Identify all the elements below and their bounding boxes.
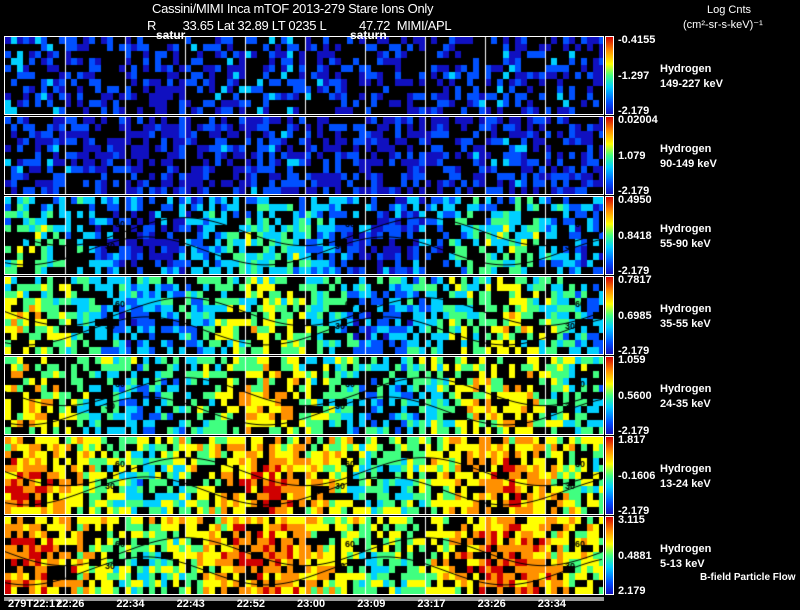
heatmap-cells: [5, 277, 603, 354]
spectrogram-panel-2: [4, 116, 604, 195]
spectrogram-panel-1: [4, 36, 604, 115]
colorbar-mid-label: 1.079: [618, 150, 646, 162]
saturn-label: saturn: [350, 28, 387, 42]
spectrogram-panel-5: [4, 356, 604, 435]
colorbar-max-label: 1.817: [618, 434, 646, 446]
panel-label: Hydrogen 149-227 keV: [660, 62, 723, 92]
units-label-2: (cm²-sr-s-keV)⁻¹: [683, 19, 763, 31]
colorbar-mid-label: 0.4881: [618, 550, 652, 562]
panel-label: Hydrogen 13-24 keV: [660, 462, 711, 492]
units-label: Log Cnts: [707, 4, 752, 16]
time-tick-label: 22:52: [236, 598, 265, 610]
species-label: Hydrogen: [660, 303, 712, 315]
panel-label: Hydrogen 55-90 keV: [660, 222, 711, 252]
colorbar-max-label: -0.4155: [618, 34, 656, 46]
saturn-label: satur: [156, 28, 186, 42]
energy-label: 90-149 keV: [660, 158, 717, 170]
time-tick-label: 279T22:17: [8, 598, 62, 610]
species-label: Hydrogen: [660, 63, 712, 75]
footer-label: B-field Particle Flow: [700, 572, 796, 583]
heatmap-cells: [5, 437, 603, 514]
time-tick-label: 23:00: [297, 598, 326, 610]
time-tick-label: 23:17: [417, 598, 446, 610]
colorbar-max-label: 3.115: [618, 514, 645, 526]
colorbar: [605, 276, 614, 355]
panel-label: Hydrogen 35-55 keV: [660, 302, 711, 332]
colorbar-mid-label: 0.8418: [618, 230, 652, 242]
time-tick-label: 23:09: [357, 598, 386, 610]
colorbar: [605, 196, 614, 275]
spectrogram-panel-7: [4, 516, 604, 595]
spectrogram-panel-6: [4, 436, 604, 515]
species-label: Hydrogen: [660, 463, 712, 475]
heatmap-cells: [5, 357, 603, 434]
species-label: Hydrogen: [660, 223, 712, 235]
energy-label: 149-227 keV: [660, 78, 723, 90]
time-tick-label: 22:34: [116, 598, 145, 610]
colorbar-mid-label: 0.5600: [618, 390, 652, 402]
panel-label: Hydrogen 24-35 keV: [660, 382, 711, 412]
colorbar: [605, 116, 614, 195]
colorbar-max-label: 0.4950: [618, 194, 652, 206]
plot-title: Cassini/MIMI Inca mTOF 2013-279 Stare Io…: [152, 1, 434, 16]
energy-label: 5-13 keV: [660, 558, 705, 570]
colorbar: [605, 436, 614, 515]
time-tick-label: 23:34: [537, 598, 566, 610]
time-tick-label: 22:43: [176, 598, 205, 610]
panel-label: Hydrogen 5-13 keV: [660, 542, 711, 572]
heatmap-cells: [5, 117, 603, 194]
heatmap-cells: [5, 197, 603, 274]
colorbar-mid-label: -1.297: [618, 70, 650, 82]
colorbar-mid-label: 0.6985: [618, 310, 652, 322]
species-label: Hydrogen: [660, 143, 712, 155]
heatmap-cells: [5, 37, 603, 114]
colorbar: [605, 516, 614, 595]
spectrogram-panel-4: [4, 276, 604, 355]
colorbar-max-label: 1.059: [618, 354, 646, 366]
colorbar: [605, 356, 614, 435]
plot-subtitle: R 33.65 Lat 32.89 LT 0235 L 47.72 MIMI/A…: [147, 18, 452, 33]
energy-label: 24-35 keV: [660, 398, 711, 410]
energy-label: 13-24 keV: [660, 478, 711, 490]
colorbar-mid-label: -0.1606: [618, 470, 656, 482]
colorbar-max-label: 0.7817: [618, 274, 652, 286]
time-tick-label: 23:26: [477, 598, 506, 610]
energy-label: 55-90 keV: [660, 238, 711, 250]
species-label: Hydrogen: [660, 543, 712, 555]
colorbar-max-label: 0.02004: [618, 114, 658, 126]
energy-label: 35-55 keV: [660, 318, 711, 330]
colorbar-min-label: 2.179: [618, 585, 646, 597]
panel-label: Hydrogen 90-149 keV: [660, 142, 717, 172]
spectrogram-panel-3: [4, 196, 604, 275]
heatmap-cells: [5, 517, 603, 594]
time-tick-label: 22:26: [56, 598, 85, 610]
species-label: Hydrogen: [660, 383, 712, 395]
colorbar: [605, 36, 614, 115]
